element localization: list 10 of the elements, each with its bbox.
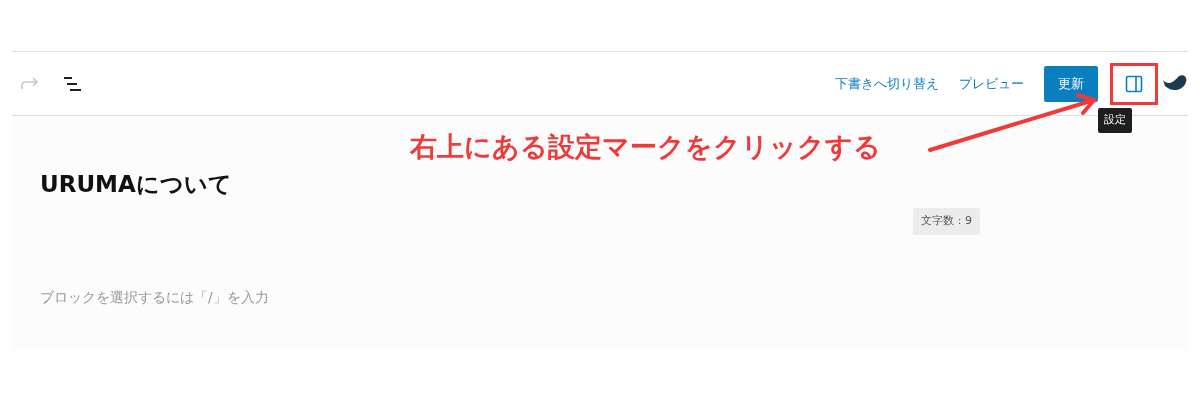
post-title[interactable]: URUMAについて: [40, 168, 1188, 200]
sidebar-toggle-icon: [1125, 74, 1143, 93]
toolbar-link[interactable]: 下書きへ切り替え: [835, 73, 939, 94]
annotation-text: 右上にある設定マークをクリックする: [410, 130, 881, 164]
toolbar-link[interactable]: プレビュー: [959, 73, 1024, 94]
word-count-badge: 文字数 : 9: [913, 208, 980, 235]
tooltip: 設定: [1098, 108, 1132, 133]
block-placeholder[interactable]: ブロックを選択するには「/」を入力: [40, 286, 1188, 308]
list-view-icon[interactable]: [62, 75, 82, 92]
update-button[interactable]: 更新: [1044, 65, 1098, 102]
